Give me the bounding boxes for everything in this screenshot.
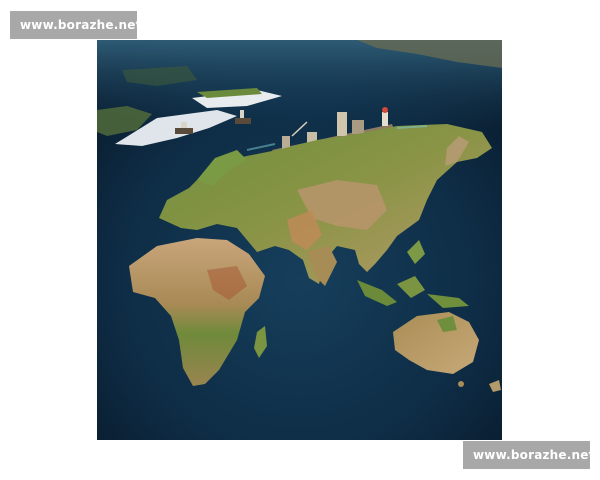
world-map-diorama-photo [97,40,502,440]
island-tasmania [458,381,464,387]
watermark-bottom-right: www.borazhe.net [463,441,594,469]
map-illustration [97,40,502,440]
page: www.borazhe.net www.borazhe.net [0,0,600,480]
watermark-top-left: www.borazhe.net [10,11,141,39]
